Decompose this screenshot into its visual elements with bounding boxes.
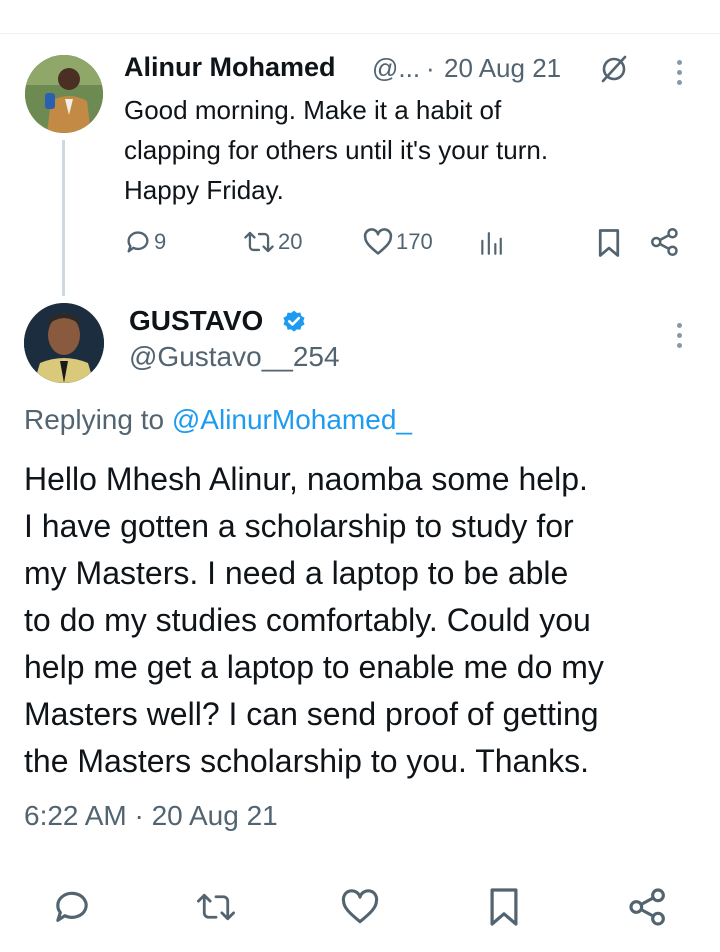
replying-to: Replying to @AlinurMohamed_ [24, 404, 412, 436]
bar-chart-icon [481, 232, 502, 255]
parent-more-vertical-icon[interactable] [677, 60, 683, 90]
bookmark-icon [490, 888, 518, 926]
share-button[interactable] [628, 887, 668, 932]
parent-date[interactable]: 20 Aug 21 [444, 53, 561, 84]
reply-more-vertical-icon[interactable] [677, 323, 683, 353]
parent-retweet-count: 20 [278, 229, 303, 254]
bookmark-button[interactable] [487, 886, 521, 933]
retweet-icon [197, 893, 235, 921]
edited-slash-circle-icon[interactable] [598, 53, 630, 90]
parent-views-button[interactable] [478, 230, 504, 261]
replying-to-handle-link[interactable]: @AlinurMohamed_ [172, 404, 412, 435]
reply-handle[interactable]: @Gustavo__254 [129, 341, 340, 373]
parent-like-button[interactable]: 170 [362, 228, 433, 256]
parent-reply-count: 9 [154, 229, 167, 254]
heart-icon [341, 889, 379, 924]
reply-bubble-icon [56, 891, 88, 922]
top-divider [0, 33, 720, 34]
parent-retweet-button[interactable]: 20 [242, 228, 302, 256]
reply-timestamp[interactable]: 6:22 AM · 20 Aug 21 [24, 800, 278, 832]
avatar-alinur[interactable] [25, 55, 103, 133]
bookmark-icon [598, 229, 620, 257]
parent-share-button[interactable] [650, 227, 680, 262]
thread-line [62, 140, 65, 296]
retweet-button[interactable] [194, 887, 238, 932]
parent-bookmark-button[interactable] [596, 228, 622, 263]
reply-button[interactable] [52, 887, 92, 932]
parent-author-name[interactable]: Alinur Mohamed [124, 52, 336, 83]
parent-date-separator: · [426, 53, 435, 83]
share-nodes-icon [650, 227, 678, 257]
share-nodes-icon [629, 888, 665, 926]
avatar-gustavo[interactable] [24, 303, 104, 383]
parent-like-count: 170 [396, 229, 433, 254]
like-button[interactable] [340, 889, 380, 930]
retweet-icon [244, 231, 274, 253]
reply-tweet-text: Hello Mhesh Alinur, naomba some help. I … [24, 461, 604, 779]
reply-bubble-icon [127, 231, 149, 253]
verified-badge-icon [281, 309, 307, 340]
parent-tweet-text: Good morning. Make it a habit of clappin… [124, 95, 549, 205]
heart-icon [363, 228, 393, 255]
reply-author-name[interactable]: GUSTAVO [129, 305, 263, 337]
parent-reply-button[interactable]: 9 [124, 228, 166, 256]
parent-handle[interactable]: @... [372, 53, 420, 84]
replying-to-label: Replying to [24, 404, 165, 435]
